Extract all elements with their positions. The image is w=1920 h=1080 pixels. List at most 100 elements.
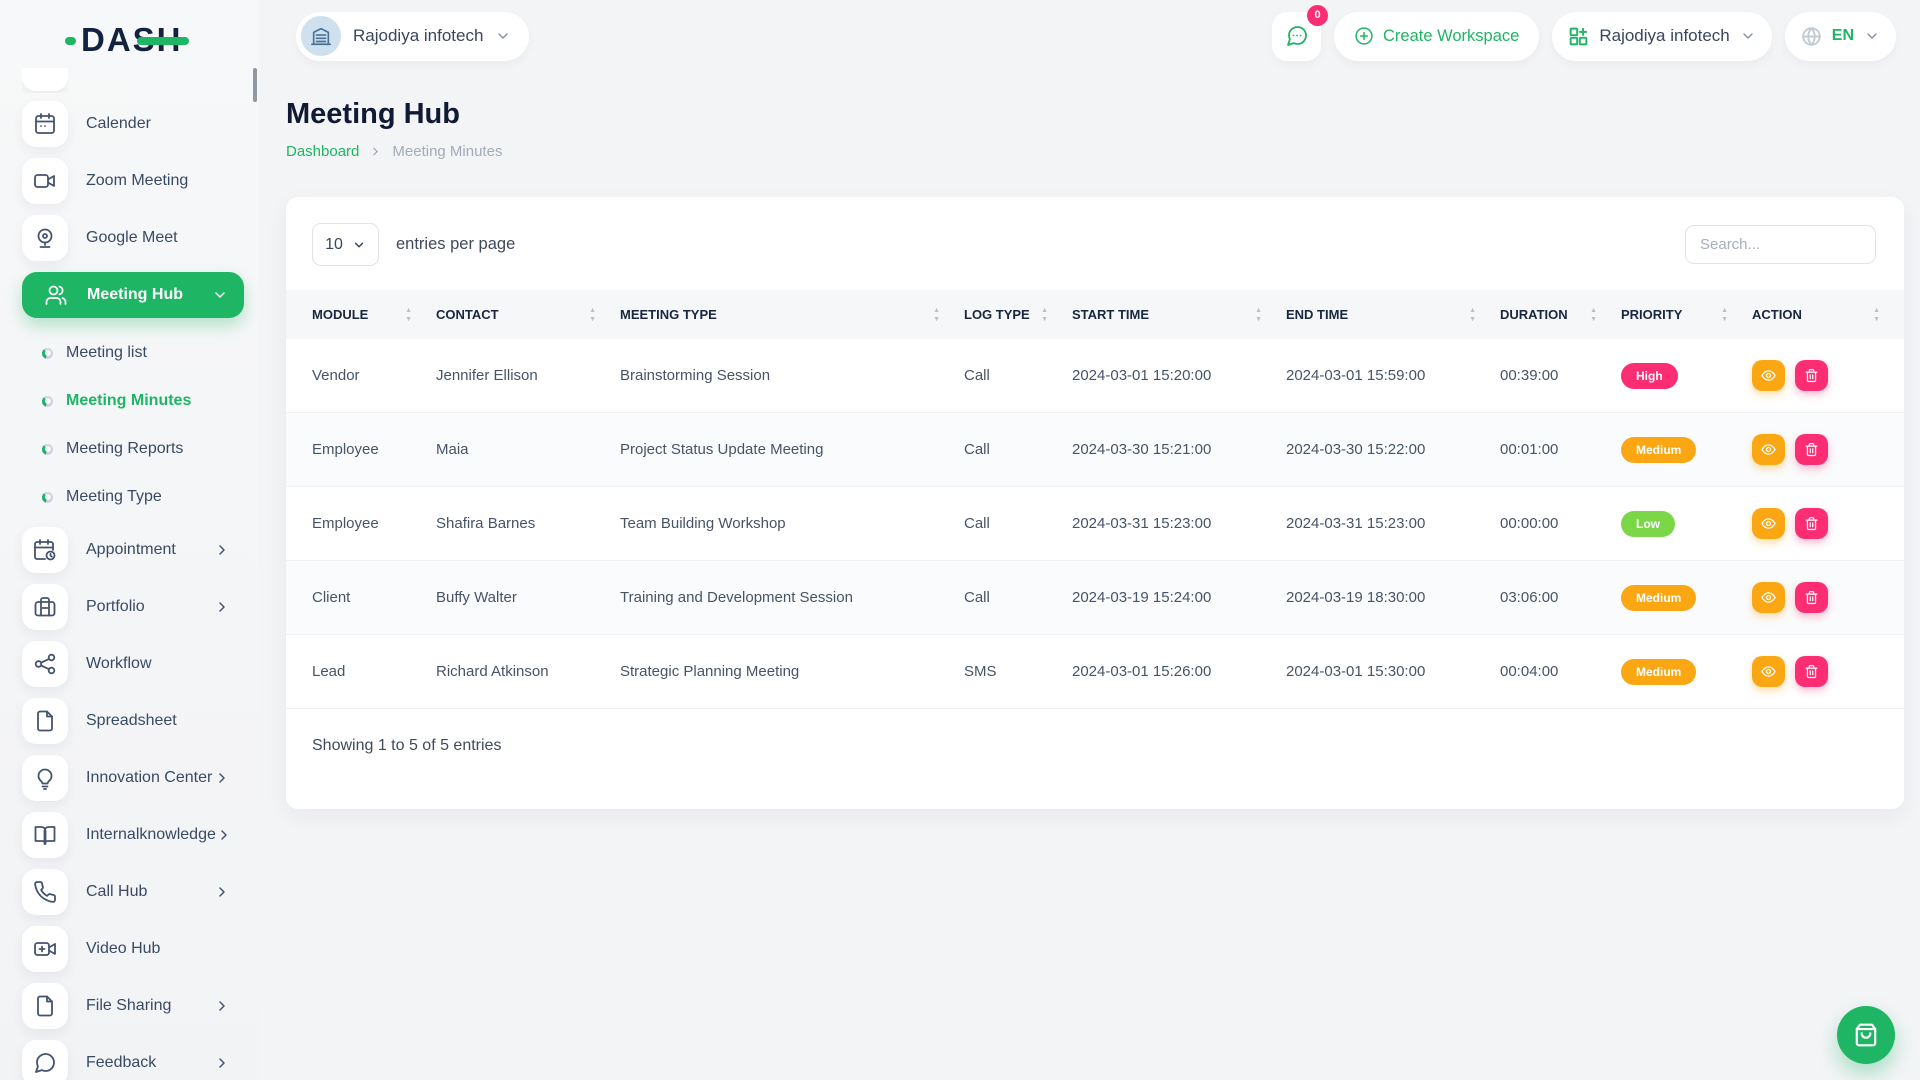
- sidebar-item-feedback[interactable]: Feedback: [22, 1040, 244, 1080]
- sidebar-item-label: Calender: [86, 115, 151, 133]
- cell-end-time: 2024-03-31 15:23:00: [1286, 487, 1500, 561]
- column-label: MODULE: [312, 307, 368, 322]
- delete-button[interactable]: [1795, 434, 1828, 465]
- sidebar-item-appointment[interactable]: Appointment: [22, 527, 244, 573]
- sort-icon[interactable]: [589, 307, 596, 323]
- column-header-log-type[interactable]: LOG TYPE: [964, 290, 1072, 339]
- column-header-end-time[interactable]: END TIME: [1286, 290, 1500, 339]
- column-label: ACTION: [1752, 307, 1802, 322]
- language-selector[interactable]: EN: [1785, 12, 1896, 61]
- sort-icon[interactable]: [933, 307, 940, 323]
- cell-start-time: 2024-03-30 15:21:00: [1072, 413, 1286, 487]
- chevron-right-icon: [216, 827, 232, 843]
- sidebar-item-internalknowledge[interactable]: Internalknowledge: [22, 812, 244, 858]
- cell-meeting-type: Training and Development Session: [620, 561, 964, 635]
- sort-icon[interactable]: [1469, 307, 1476, 323]
- topbar-actions: 0 Create Workspace Rajodiya infotech EN: [1272, 12, 1896, 61]
- chat-button[interactable]: 0: [1272, 12, 1321, 61]
- sidebar-item-calender[interactable]: Calender: [22, 101, 244, 147]
- feedback-icon: [22, 1040, 68, 1080]
- grid-plus-icon: [1568, 26, 1589, 47]
- sidebar-item-partial[interactable]: [22, 68, 68, 93]
- sort-icon[interactable]: [1255, 307, 1262, 323]
- delete-button[interactable]: [1795, 582, 1828, 613]
- cell-meeting-type: Project Status Update Meeting: [620, 413, 964, 487]
- column-header-duration[interactable]: DURATION: [1500, 290, 1621, 339]
- view-button[interactable]: [1752, 656, 1785, 687]
- sort-icon[interactable]: [1721, 307, 1728, 323]
- workspace-switcher[interactable]: Rajodiya infotech: [296, 12, 529, 61]
- table-row: Employee Maia Project Status Update Meet…: [286, 413, 1904, 487]
- breadcrumb-current: Meeting Minutes: [392, 143, 502, 160]
- sidebar-subitem-meeting-type[interactable]: Meeting Type: [22, 473, 259, 521]
- table-header: MODULE CONTACT MEETING TYPE LOG TYPE STA…: [286, 290, 1904, 339]
- cell-log-type: Call: [964, 561, 1072, 635]
- row-actions: [1752, 508, 1896, 539]
- cell-meeting-type: Strategic Planning Meeting: [620, 635, 964, 709]
- delete-button[interactable]: [1795, 656, 1828, 687]
- app-logo[interactable]: DASH: [65, 22, 183, 58]
- sidebar-scrollbar[interactable]: [253, 68, 257, 102]
- sidebar-item-call-hub[interactable]: Call Hub: [22, 869, 244, 915]
- entries-per-page-select[interactable]: 10: [312, 223, 379, 266]
- table-header-row: MODULE CONTACT MEETING TYPE LOG TYPE STA…: [286, 290, 1904, 339]
- cell-duration: 00:01:00: [1500, 413, 1621, 487]
- column-header-module[interactable]: MODULE: [286, 290, 436, 339]
- store-fab-button[interactable]: [1837, 1006, 1895, 1064]
- sidebar-item-google-meet[interactable]: Google Meet: [22, 215, 244, 261]
- column-header-action[interactable]: ACTION: [1752, 290, 1904, 339]
- cell-contact: Richard Atkinson: [436, 635, 620, 709]
- sidebar-item-label: Portfolio: [86, 598, 145, 616]
- sidebar-item-workflow[interactable]: Workflow: [22, 641, 244, 687]
- search-input[interactable]: [1685, 225, 1876, 264]
- view-button[interactable]: [1752, 508, 1785, 539]
- trash-icon: [1804, 516, 1819, 531]
- sidebar-item-label: Appointment: [86, 541, 176, 559]
- delete-button[interactable]: [1795, 360, 1828, 391]
- view-button[interactable]: [1752, 360, 1785, 391]
- sidebar-item-portfolio[interactable]: Portfolio: [22, 584, 244, 630]
- eye-icon: [1761, 664, 1776, 679]
- sort-icon[interactable]: [405, 307, 412, 323]
- column-label: MEETING TYPE: [620, 307, 717, 322]
- delete-button[interactable]: [1795, 508, 1828, 539]
- sidebar-subitem-meeting-minutes[interactable]: Meeting Minutes: [22, 377, 259, 425]
- trash-icon: [1804, 368, 1819, 383]
- cell-end-time: 2024-03-01 15:30:00: [1286, 635, 1500, 709]
- cell-contact: Jennifer Ellison: [436, 339, 620, 413]
- sort-icon[interactable]: [1590, 307, 1597, 323]
- column-header-start-time[interactable]: START TIME: [1072, 290, 1286, 339]
- priority-badge: High: [1621, 363, 1678, 389]
- sidebar-item-video-hub[interactable]: Video Hub: [22, 926, 244, 972]
- sidebar-item-label: Innovation Center: [86, 769, 212, 787]
- sort-icon[interactable]: [1873, 307, 1880, 323]
- sort-icon[interactable]: [1041, 307, 1048, 323]
- column-header-priority[interactable]: PRIORITY: [1621, 290, 1752, 339]
- cell-log-type: Call: [964, 487, 1072, 561]
- account-menu[interactable]: Rajodiya infotech: [1552, 12, 1771, 61]
- chat-badge: 0: [1307, 5, 1328, 26]
- calendar-clock-icon: [22, 527, 68, 573]
- chevron-right-icon: [369, 145, 382, 158]
- column-header-contact[interactable]: CONTACT: [436, 290, 620, 339]
- cell-contact: Maia: [436, 413, 620, 487]
- sidebar-item-innovation-center[interactable]: Innovation Center: [22, 755, 244, 801]
- sidebar-item-file-sharing[interactable]: File Sharing: [22, 983, 244, 1029]
- eye-icon: [1761, 442, 1776, 457]
- column-header-meeting-type[interactable]: MEETING TYPE: [620, 290, 964, 339]
- sidebar-item-meeting-hub[interactable]: Meeting Hub: [22, 272, 244, 318]
- sidebar-item-zoom-meeting[interactable]: Zoom Meeting: [22, 158, 244, 204]
- breadcrumb-dashboard-link[interactable]: Dashboard: [286, 143, 359, 160]
- view-button[interactable]: [1752, 582, 1785, 613]
- sidebar-subitem-meeting-reports[interactable]: Meeting Reports: [22, 425, 259, 473]
- table-row: Employee Shafira Barnes Team Building Wo…: [286, 487, 1904, 561]
- bullet-icon: [42, 396, 53, 407]
- sidebar-item-spreadsheet[interactable]: Spreadsheet: [22, 698, 244, 744]
- briefcase-icon: [22, 584, 68, 630]
- partial-icon: [22, 68, 68, 91]
- row-actions: [1752, 434, 1896, 465]
- create-workspace-button[interactable]: Create Workspace: [1334, 12, 1539, 61]
- sidebar-subitem-meeting-list[interactable]: Meeting list: [22, 329, 259, 377]
- view-button[interactable]: [1752, 434, 1785, 465]
- sidebar-item-label: Call Hub: [86, 883, 147, 901]
